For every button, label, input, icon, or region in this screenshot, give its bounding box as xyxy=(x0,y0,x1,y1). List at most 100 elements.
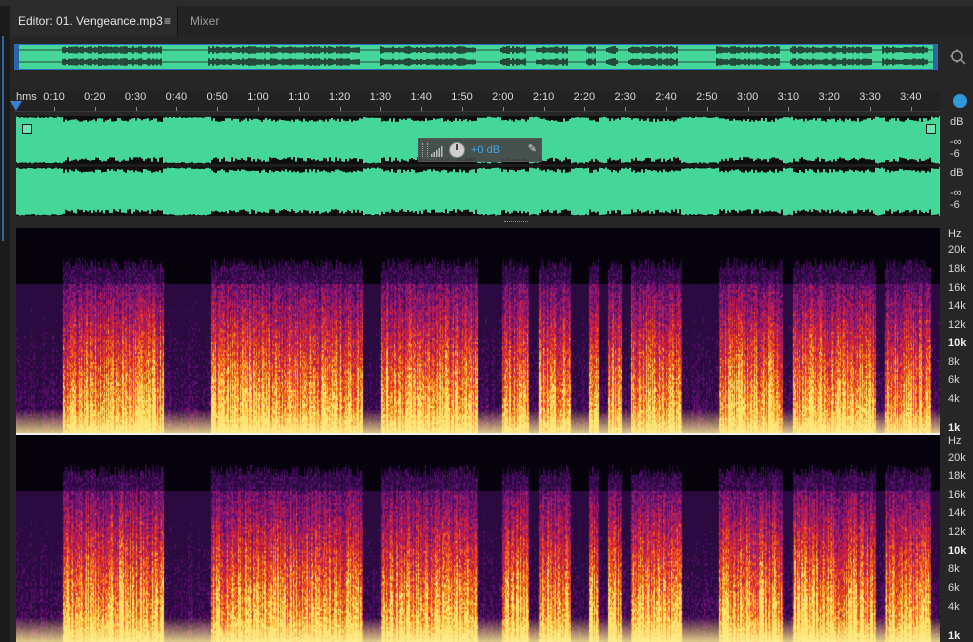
ruler-tick-label: 2:30 xyxy=(614,91,636,103)
ruler-tick-mark xyxy=(217,107,219,111)
time-ruler[interactable]: hms 0:10 0:20 0:30 0:40 0:50 1:00 1:10 1:20 1:30… xyxy=(14,91,940,112)
ruler-tick-label: 3:10 xyxy=(777,91,800,103)
ruler-tick-mark xyxy=(339,107,341,111)
ruler-tick-label: 2:40 xyxy=(655,91,677,103)
overview-left-handle[interactable] xyxy=(15,45,19,69)
db-label-neg-6: -6 xyxy=(950,199,960,211)
ruler-tick-mark xyxy=(380,107,382,111)
ruler-tick-label: 3:00 xyxy=(736,91,759,103)
ruler-tick-label: 0:40 xyxy=(165,91,188,103)
hz-label: 12k xyxy=(948,526,966,538)
db-label-neg-inf: -∞ xyxy=(950,136,962,148)
hz-label: 20k xyxy=(948,452,966,464)
hz-label: 20k xyxy=(948,244,966,256)
hz-label: 16k xyxy=(948,282,966,294)
ruler-tick-mark xyxy=(910,107,912,111)
tab-editor-label: Editor: 01. Vengeance.mp3 xyxy=(18,14,163,28)
volume-hud[interactable]: +0 dB ✎ xyxy=(418,138,542,162)
ruler-tick-mark xyxy=(829,107,831,111)
ruler-tick-mark xyxy=(747,107,749,111)
ruler-tick-mark xyxy=(135,107,137,111)
ruler-tick-label: 0:20 xyxy=(84,91,106,103)
editor-panel: hms 0:10 0:20 0:30 0:40 0:50 1:00 1:10 1:20 1:30… xyxy=(10,36,973,642)
volume-bars-icon xyxy=(431,146,443,157)
ruler-tick-label: 3:40 xyxy=(900,91,922,103)
tab-mixer[interactable]: Mixer xyxy=(182,6,262,36)
hz-label: 18k xyxy=(948,470,966,482)
playhead-marker[interactable] xyxy=(10,101,22,111)
hz-label: 8k xyxy=(948,356,960,368)
hud-grip[interactable] xyxy=(422,143,428,157)
ruler-tick-mark xyxy=(176,107,178,111)
editor-tab-bar: Editor: 01. Vengeance.mp3 ≡ Mixer xyxy=(10,6,973,37)
db-unit: dB xyxy=(950,116,964,128)
overview-right-handle[interactable] xyxy=(933,45,937,69)
hz-unit: Hz xyxy=(948,228,962,240)
waveform-spectral-splitter[interactable] xyxy=(16,220,940,225)
ruler-tick-mark xyxy=(706,107,708,111)
ruler-tick-mark xyxy=(870,107,871,111)
hz-label: 8k xyxy=(948,563,960,575)
hz-label: 18k xyxy=(948,263,966,275)
volume-knob-icon[interactable] xyxy=(449,142,465,158)
ruler-tick-label: 1:40 xyxy=(410,91,432,103)
hz-unit: Hz xyxy=(948,435,962,447)
hz-label: 6k xyxy=(948,582,960,594)
ruler-tick-label: 3:30 xyxy=(859,91,881,103)
zoom-icon[interactable] xyxy=(949,48,967,66)
db-scale-right: dB -∞ -6 xyxy=(946,167,973,216)
overview-navigator[interactable] xyxy=(14,44,938,70)
db-label-neg-6: -6 xyxy=(950,148,960,160)
volume-value[interactable]: +0 dB xyxy=(471,144,500,156)
ruler-tick-label: 2:10 xyxy=(532,91,555,103)
db-unit: dB xyxy=(950,167,964,179)
ruler-tick-label: 0:50 xyxy=(206,91,228,103)
pin-icon[interactable]: ✎ xyxy=(528,142,537,155)
ruler-tick-mark xyxy=(258,107,259,111)
ruler-tick-label: 1:20 xyxy=(328,91,351,103)
hz-label: 10k xyxy=(948,545,967,557)
hz-label: 10k xyxy=(948,337,967,349)
ruler-tick-mark xyxy=(625,107,627,111)
tab-mixer-label: Mixer xyxy=(190,14,220,28)
ruler-tick-mark xyxy=(462,107,463,111)
fade-in-handle-icon[interactable] xyxy=(22,124,32,134)
ruler-tick-label: 1:30 xyxy=(369,91,392,103)
splitter-grip xyxy=(504,221,528,224)
hz-label: 1k xyxy=(948,422,961,434)
hz-label: 12k xyxy=(948,319,966,331)
ruler-tick-label: 1:00 xyxy=(247,91,269,103)
headphone-icon[interactable] xyxy=(953,94,967,108)
hz-label: 4k xyxy=(948,393,960,405)
spectral-display-right[interactable] xyxy=(16,435,940,642)
waveform-peaks xyxy=(16,167,939,216)
ruler-tick-label: 1:10 xyxy=(288,91,310,103)
ruler-tick-mark xyxy=(502,107,504,111)
db-scale-left: dB -∞ -6 xyxy=(946,116,973,164)
hz-scale-left: Hz 20k 18k 16k 14k 12k 10k 8k 6k 4k 1k xyxy=(946,228,973,434)
waveform-right xyxy=(16,167,939,216)
hz-label: 4k xyxy=(948,601,960,613)
hz-label: 14k xyxy=(948,507,966,519)
ruler-tick-label: 1:50 xyxy=(451,91,473,103)
hz-scale-right: Hz 20k 18k 16k 14k 12k 10k 8k 6k 4k 1k xyxy=(946,435,973,642)
ruler-tick-mark xyxy=(54,107,55,111)
hamburger-menu-icon[interactable]: ≡ xyxy=(164,6,171,36)
overview-peaks xyxy=(15,46,936,66)
hz-label: 14k xyxy=(948,300,966,312)
left-panel-marker xyxy=(2,36,4,241)
spectral-display-left[interactable] xyxy=(16,228,940,434)
ruler-tick-mark xyxy=(421,107,423,111)
waveform-channel-right[interactable] xyxy=(16,167,940,216)
ruler-tick-label: 3:20 xyxy=(818,91,840,103)
hz-label: 16k xyxy=(948,489,966,501)
fade-out-handle-icon[interactable] xyxy=(926,124,936,134)
spectrogram-left xyxy=(16,228,940,434)
db-label-neg-inf: -∞ xyxy=(950,187,962,199)
ruler-tick-mark xyxy=(788,107,790,111)
ruler-tick-mark xyxy=(584,107,586,111)
ruler-tick-label: 0:30 xyxy=(124,91,147,103)
hz-label: 6k xyxy=(948,374,960,386)
tab-editor[interactable]: Editor: 01. Vengeance.mp3 ≡ xyxy=(10,6,178,36)
ruler-tick-label: 2:50 xyxy=(696,91,718,103)
